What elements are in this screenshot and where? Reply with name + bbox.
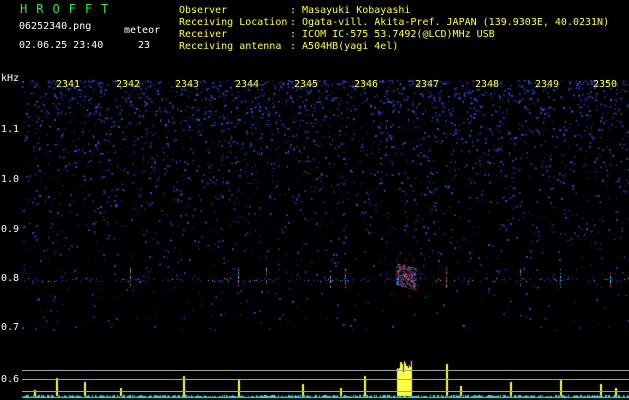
x-tick-label: 2341 xyxy=(55,79,81,90)
x-tick-label: 2344 xyxy=(234,79,260,90)
y-tick-label: 0.9 xyxy=(1,224,20,235)
x-tick-label: 2343 xyxy=(174,79,200,90)
file-name: 06252340.png xyxy=(19,21,92,32)
location-label: Receiving Location xyxy=(179,17,288,28)
y-tick-label: 0.7 xyxy=(1,322,20,333)
meteor-count: 23 xyxy=(138,40,151,51)
x-tick-label: 2345 xyxy=(293,79,319,90)
y-tick-label: 0.6 xyxy=(1,374,20,385)
meteor-label: meteor xyxy=(124,25,161,36)
receiver-value: : ICOM IC-575 53.7492(@LCD)MHz USB xyxy=(290,29,495,40)
x-tick-label: 2349 xyxy=(534,79,560,90)
observer-value: : Masayuki Kobayashi xyxy=(290,5,411,16)
timestamp: 02.06.25 23:40 xyxy=(19,40,104,51)
y-tick-label: 1.1 xyxy=(1,124,20,135)
spectrogram xyxy=(0,72,629,400)
x-tick-label: 2348 xyxy=(474,79,500,90)
y-tick-label: 0.8 xyxy=(1,273,20,284)
antenna-label: Receiving antenna xyxy=(179,41,282,52)
baseline-lower xyxy=(22,391,629,392)
baseline-middle xyxy=(22,379,629,380)
y-unit-label: kHz xyxy=(1,73,20,84)
x-tick-label: 2347 xyxy=(414,79,440,90)
header-panel: HROFFT 06252340.png 02.06.25 23:40 meteo… xyxy=(0,0,629,72)
y-tick-label: 1.0 xyxy=(1,174,20,185)
baseline-upper xyxy=(22,370,629,371)
x-tick-label: 2346 xyxy=(353,79,379,90)
x-tick-label: 2350 xyxy=(592,79,618,90)
observer-label: Observer xyxy=(179,5,228,16)
receiver-label: Receiver xyxy=(179,29,228,40)
antenna-value: : A504HB(yagi 4el) xyxy=(290,41,399,52)
app-title: HROFFT xyxy=(20,2,118,16)
x-tick-label: 2342 xyxy=(115,79,141,90)
location-value: : Ogata-vill. Akita-Pref. JAPAN (139.930… xyxy=(290,17,610,28)
